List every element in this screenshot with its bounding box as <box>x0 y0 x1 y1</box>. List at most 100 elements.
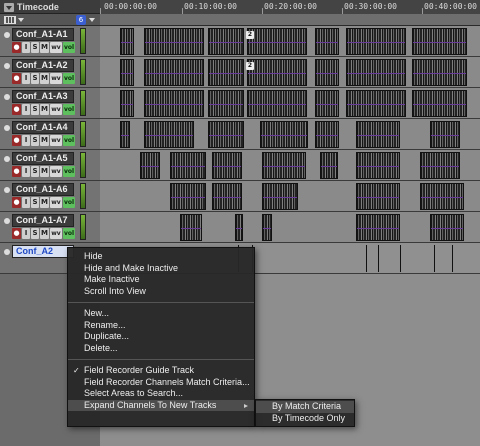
audio-clip[interactable] <box>170 152 206 179</box>
audio-clip[interactable] <box>120 90 134 117</box>
audio-clip[interactable] <box>262 152 306 179</box>
audio-clip[interactable] <box>212 183 242 210</box>
clip-group-marker[interactable]: 2 <box>246 31 254 39</box>
track-name[interactable]: Conf_A1-A5 <box>12 152 74 165</box>
audio-clip[interactable] <box>144 59 204 86</box>
track-name[interactable]: Conf_A1-A1 <box>12 28 74 41</box>
track-lane[interactable] <box>100 88 480 119</box>
ruler-label[interactable]: Timecode <box>4 1 59 13</box>
track-name[interactable]: Conf_A1-A3 <box>12 90 74 103</box>
audio-clip[interactable] <box>346 90 406 117</box>
track-header[interactable]: Conf_A1-A6 ● I S M wv vol <box>0 181 100 212</box>
audio-clip[interactable] <box>356 121 400 148</box>
menu-item-field-recorder-match-criteria[interactable]: Field Recorder Channels Match Criteria..… <box>68 377 254 389</box>
clip-group-marker[interactable]: 2 <box>246 62 254 70</box>
track-lane[interactable] <box>100 212 480 243</box>
track-record-icon[interactable] <box>4 63 10 69</box>
volume-view-button[interactable]: vol <box>62 135 75 146</box>
input-monitor-button[interactable]: I <box>22 228 30 239</box>
audio-clip[interactable] <box>346 59 406 86</box>
track-header[interactable]: Conf_A1-A7 ● I S M wv vol <box>0 212 100 243</box>
audio-clip[interactable] <box>356 214 400 241</box>
audio-clip[interactable] <box>212 152 242 179</box>
solo-button[interactable]: S <box>31 166 39 177</box>
record-enable-button[interactable]: ● <box>12 73 21 84</box>
audio-clip[interactable] <box>262 183 298 210</box>
audio-clip[interactable] <box>208 90 244 117</box>
audio-clip[interactable] <box>144 121 194 148</box>
track-lane[interactable] <box>100 181 480 212</box>
track-record-icon[interactable] <box>4 187 10 193</box>
audio-clip[interactable] <box>208 28 244 55</box>
menu-item-duplicate[interactable]: Duplicate... <box>68 331 254 343</box>
chevron-down-icon[interactable] <box>18 18 24 22</box>
menu-item-make-inactive[interactable]: Make Inactive <box>68 274 254 286</box>
track-name-selected[interactable]: Conf_A2 <box>12 245 74 258</box>
submenu-item-by-match-criteria[interactable]: By Match Criteria <box>256 401 354 413</box>
mute-button[interactable]: M <box>40 228 49 239</box>
audio-clip[interactable] <box>420 183 464 210</box>
track-record-icon[interactable] <box>4 94 10 100</box>
track-lane[interactable] <box>100 119 480 150</box>
track-record-icon[interactable] <box>4 218 10 224</box>
marker-ruler[interactable] <box>100 14 480 26</box>
audio-clip[interactable] <box>346 28 406 55</box>
input-monitor-button[interactable]: I <box>22 166 30 177</box>
audio-clip[interactable] <box>208 59 244 86</box>
solo-button[interactable]: S <box>31 73 39 84</box>
mute-button[interactable]: M <box>40 197 49 208</box>
ruler-menu-icon[interactable] <box>4 2 14 12</box>
track-record-icon[interactable] <box>4 249 10 255</box>
audio-clip[interactable] <box>315 59 339 86</box>
menu-item-hide-and-make-inactive[interactable]: Hide and Make Inactive <box>68 263 254 275</box>
audio-clip[interactable] <box>120 59 134 86</box>
audio-clip[interactable] <box>180 214 202 241</box>
audio-clip[interactable] <box>120 28 134 55</box>
audio-clip[interactable] <box>315 28 339 55</box>
audio-clip[interactable] <box>235 214 243 241</box>
audio-clip[interactable] <box>247 90 307 117</box>
mute-button[interactable]: M <box>40 166 49 177</box>
audio-clip[interactable] <box>356 152 400 179</box>
solo-button[interactable]: S <box>31 42 39 53</box>
submenu-item-by-timecode-only[interactable]: By Timecode Only <box>256 413 354 425</box>
record-enable-button[interactable]: ● <box>12 104 21 115</box>
track-record-icon[interactable] <box>4 32 10 38</box>
audio-clip[interactable] <box>412 90 467 117</box>
solo-button[interactable]: S <box>31 228 39 239</box>
volume-view-button[interactable]: vol <box>62 228 75 239</box>
input-monitor-button[interactable]: I <box>22 104 30 115</box>
track-header[interactable]: Conf_A1-A5 ● I S M wv vol <box>0 150 100 181</box>
audio-clip[interactable] <box>320 152 338 179</box>
volume-view-button[interactable]: vol <box>62 166 75 177</box>
audio-clip[interactable] <box>144 90 204 117</box>
audio-clip[interactable] <box>144 28 204 55</box>
chevron-down-icon[interactable] <box>89 18 95 22</box>
menu-item-rename[interactable]: Rename... <box>68 320 254 332</box>
menu-item-expand-channels[interactable]: Expand Channels To New Tracks <box>68 399 254 411</box>
solo-button[interactable]: S <box>31 104 39 115</box>
mute-button[interactable]: M <box>40 135 49 146</box>
track-count-badge[interactable]: 6 <box>76 15 86 25</box>
input-monitor-button[interactable]: I <box>22 135 30 146</box>
record-enable-button[interactable]: ● <box>12 197 21 208</box>
waveform-view-button[interactable]: wv <box>49 104 62 115</box>
audio-clip[interactable] <box>420 152 460 179</box>
waveform-view-button[interactable]: wv <box>49 42 62 53</box>
record-enable-button[interactable]: ● <box>12 166 21 177</box>
input-monitor-button[interactable]: I <box>22 73 30 84</box>
waveform-view-button[interactable]: wv <box>49 73 62 84</box>
audio-clip[interactable] <box>315 121 339 148</box>
waveform-view-button[interactable]: wv <box>49 197 62 208</box>
track-name[interactable]: Conf_A1-A7 <box>12 214 74 227</box>
audio-clip[interactable] <box>170 183 206 210</box>
track-lane[interactable]: 2 <box>100 26 480 57</box>
input-monitor-button[interactable]: I <box>22 42 30 53</box>
record-enable-button[interactable]: ● <box>12 42 21 53</box>
track-record-icon[interactable] <box>4 125 10 131</box>
audio-clip[interactable] <box>430 121 460 148</box>
track-name[interactable]: Conf_A1-A2 <box>12 59 74 72</box>
menu-item-delete[interactable]: Delete... <box>68 343 254 355</box>
track-name[interactable]: Conf_A1-A6 <box>12 183 74 196</box>
audio-clip[interactable] <box>140 152 160 179</box>
